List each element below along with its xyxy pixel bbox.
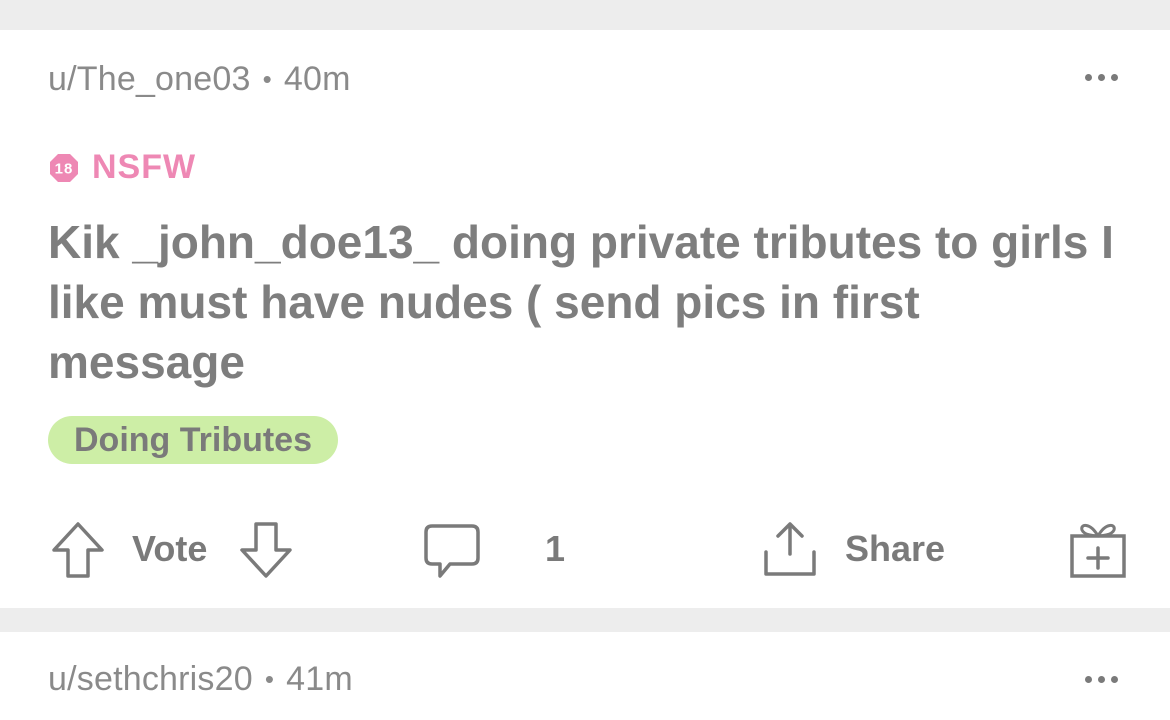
ellipsis-icon	[1085, 74, 1092, 81]
nsfw-tag: 18 NSFW	[48, 148, 196, 187]
post-action-bar: Vote 1 Share	[0, 514, 1170, 588]
upvote-button[interactable]	[50, 520, 106, 580]
meta-separator: •	[262, 64, 272, 94]
meta-separator: •	[264, 664, 275, 694]
upload-icon	[760, 518, 820, 580]
arrow-down-icon	[238, 520, 294, 580]
author-link[interactable]: u/sethchris20	[48, 660, 253, 699]
author-link[interactable]: u/The_one03	[48, 60, 251, 99]
vote-label: Vote	[132, 528, 208, 569]
post-age: 40m	[283, 60, 351, 98]
share-button[interactable]	[760, 518, 820, 580]
eighteen-plus-icon: 18	[48, 152, 80, 184]
share-label: Share	[845, 528, 946, 569]
post-title[interactable]: Kik _john_doe13_ doing private tributes …	[48, 212, 1128, 392]
post-card[interactable]: u/sethchris20 • 41m	[0, 632, 1170, 720]
post-meta: u/sethchris20 • 41m	[48, 660, 353, 699]
svg-text:18: 18	[55, 160, 74, 177]
comments-button[interactable]	[422, 522, 482, 580]
downvote-button[interactable]	[238, 520, 294, 580]
comment-count: 1	[545, 528, 566, 569]
feed-divider-top	[0, 0, 1170, 30]
award-button[interactable]	[1068, 518, 1128, 580]
post-age: 41m	[286, 660, 353, 698]
more-options-button[interactable]	[1085, 74, 1118, 81]
nsfw-label: NSFW	[92, 148, 197, 186]
more-options-button[interactable]	[1085, 676, 1118, 683]
post-flair[interactable]: Doing Tributes	[48, 416, 338, 464]
arrow-up-icon	[50, 520, 106, 580]
post-card[interactable]: u/The_one03 • 40m 18 NSFW Kik _john_doe1…	[0, 30, 1170, 608]
post-meta: u/The_one03 • 40m	[48, 60, 351, 99]
gift-icon	[1068, 518, 1128, 580]
ellipsis-icon	[1085, 676, 1092, 683]
speech-bubble-icon	[422, 522, 482, 580]
